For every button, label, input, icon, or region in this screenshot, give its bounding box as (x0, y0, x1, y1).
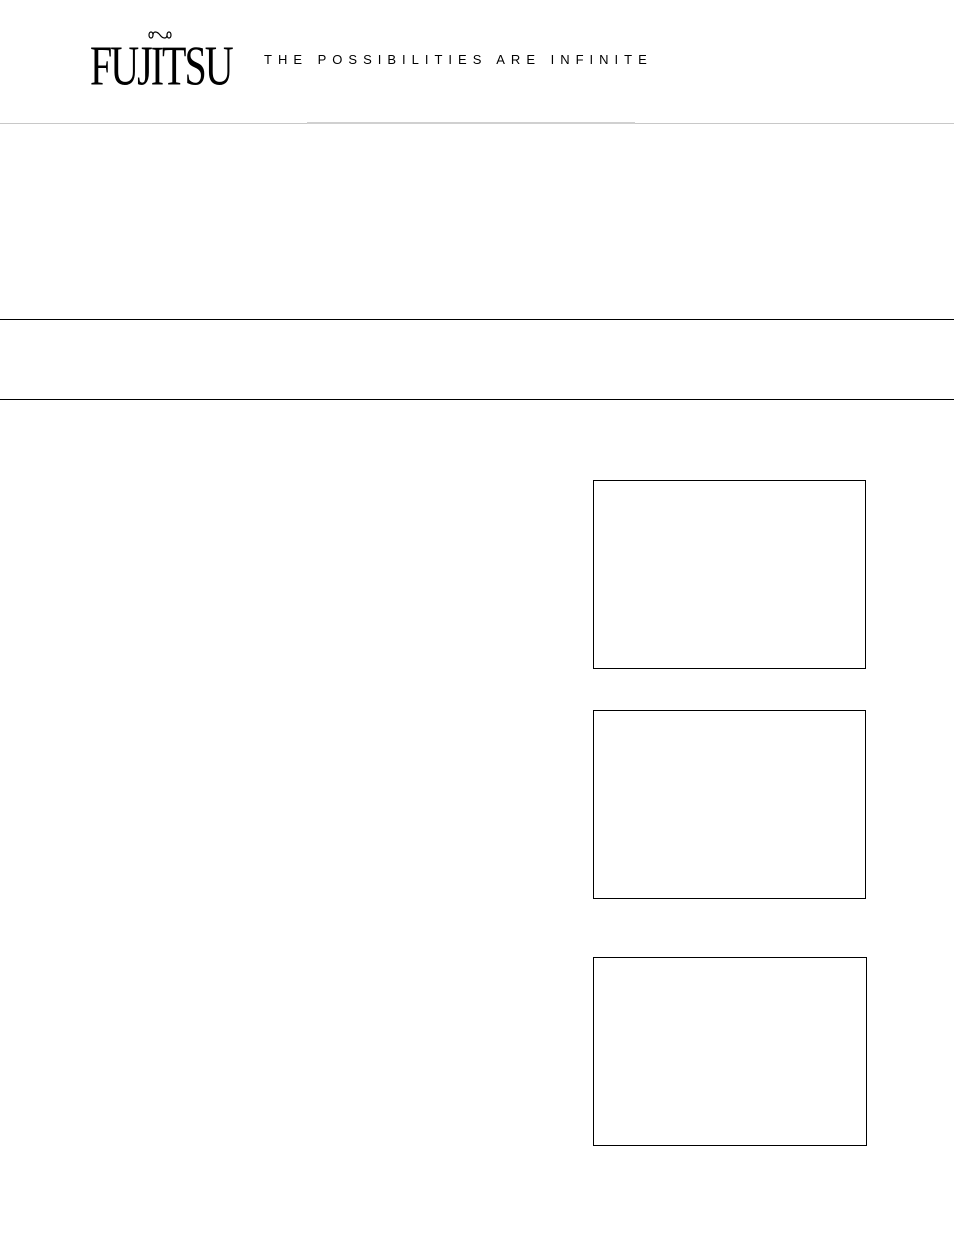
document-page: FUJITSU THE POSSIBILITIES ARE INFINITE (0, 0, 954, 1238)
placeholder-box-3 (593, 957, 867, 1146)
section-divider-top (0, 319, 954, 320)
placeholder-box-1 (593, 480, 866, 669)
brand-logo-text: FUJITSU (90, 33, 232, 99)
section-divider-bottom (0, 399, 954, 400)
placeholder-box-2 (593, 710, 866, 899)
brand-tagline: THE POSSIBILITIES ARE INFINITE (264, 52, 653, 67)
header-divider-segment (307, 122, 635, 124)
logo-area: FUJITSU THE POSSIBILITIES ARE INFINITE (90, 14, 640, 92)
